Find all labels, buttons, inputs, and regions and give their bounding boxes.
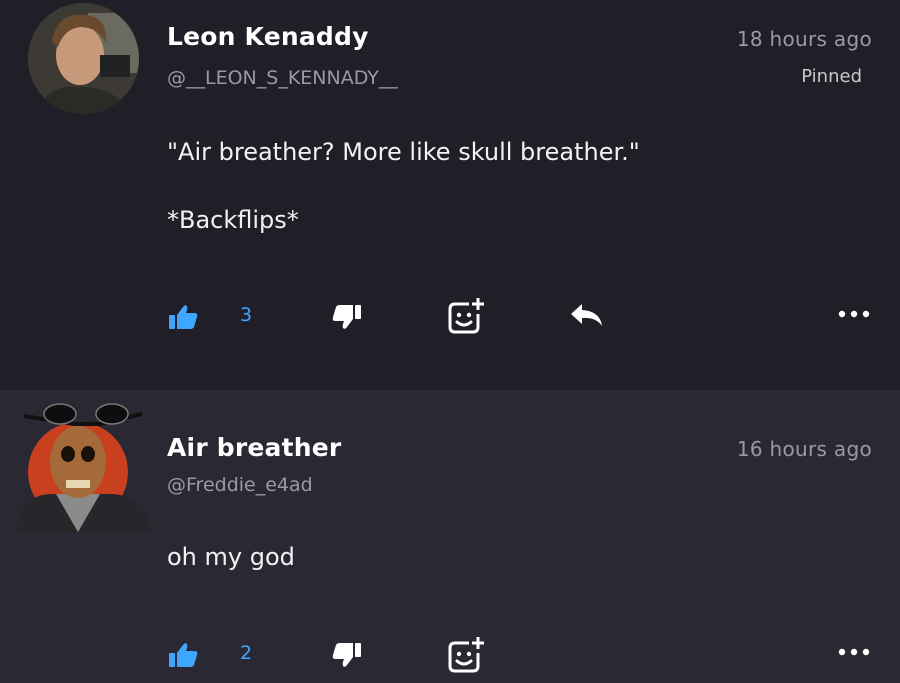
author-handle[interactable]: @__LEON_S_KENNADY__ [167,67,398,89]
add-reaction-icon [448,637,484,673]
timestamp: 16 hours ago [736,437,872,461]
comment-text: oh my god [167,543,295,571]
thumbs-down-icon [332,643,361,667]
add-reaction-button[interactable] [447,635,485,673]
like-count: 2 [240,642,253,664]
author-name[interactable]: Air breather [167,433,341,462]
comment-card: Air breather @Freddie_e4ad 16 hours ago … [0,390,900,683]
timestamp: 18 hours ago [736,27,872,51]
comment-card: Leon Kenaddy @__LEON_S_KENNADY__ 18 hour… [0,0,900,390]
more-icon [838,310,870,318]
comment-text: *Backflips* [167,206,299,234]
reply-icon [571,304,602,326]
like-button[interactable] [168,642,198,668]
add-reaction-icon [448,298,484,334]
dislike-button[interactable] [332,642,362,668]
author-name[interactable]: Leon Kenaddy [167,22,369,51]
avatar[interactable] [16,402,151,532]
dislike-button[interactable] [332,304,362,330]
author-handle[interactable]: @Freddie_e4ad [167,474,313,496]
reply-button[interactable] [570,303,604,327]
comment-text: "Air breather? More like skull breather.… [167,138,640,166]
thumbs-up-icon [169,305,198,329]
like-count: 3 [240,304,253,326]
thumbs-up-icon [169,643,198,667]
pinned-badge: Pinned [801,66,862,87]
more-options-button[interactable] [838,309,870,319]
thumbs-down-icon [332,305,361,329]
more-icon [838,648,870,656]
add-reaction-button[interactable] [447,296,485,334]
like-button[interactable] [168,304,198,330]
avatar[interactable] [28,3,139,114]
more-options-button[interactable] [838,647,870,657]
